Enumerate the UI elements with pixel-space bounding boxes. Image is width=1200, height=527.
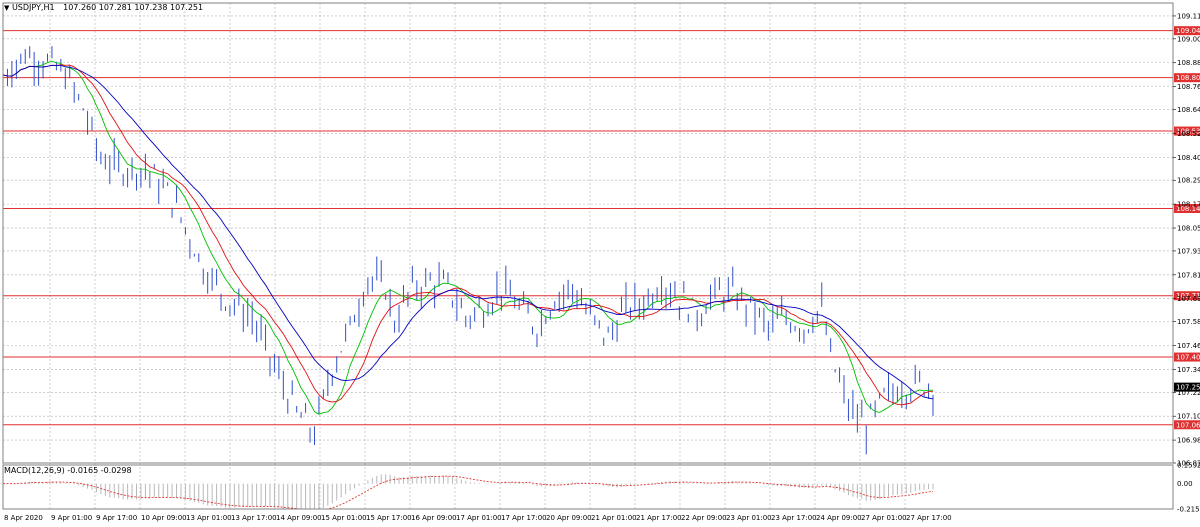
- time-tick-label: 23 Apr 17:00: [771, 514, 817, 522]
- time-tick-label: 13 Apr 17:00: [231, 514, 277, 522]
- time-tick-label: 17 Apr 17:00: [501, 514, 547, 522]
- price-tick-label: 107.815: [1177, 271, 1200, 279]
- time-tick-label: 17 Apr 01:00: [456, 514, 502, 522]
- macd-plot-frame: [2, 464, 1174, 510]
- price-tick-label: 108.76: [1177, 83, 1200, 91]
- price-series: [2, 46, 934, 455]
- dropdown-triangle-icon[interactable]: ▼: [4, 4, 9, 12]
- time-tick-label: 8 Apr 2020: [4, 514, 43, 522]
- axes: [2, 2, 1176, 510]
- axis-labels: 109.115 109.00 108.88 108.76 108.645 108.525 1…: [4, 12, 1200, 522]
- macd-tick-label: -0.2155: [1177, 506, 1200, 514]
- ma-fast-line: [2, 60, 933, 415]
- time-tick-label: 14 Apr 09:00: [276, 514, 322, 522]
- price-tick-label: 107.105: [1177, 413, 1200, 421]
- price-tick-label: 109.00: [1177, 35, 1200, 43]
- time-tick-label: 9 Apr 17:00: [96, 514, 137, 522]
- price-tick-label: 107.225: [1177, 389, 1200, 397]
- time-tick-label: 16 Apr 09:00: [411, 514, 457, 522]
- ma-mid-line: [2, 64, 934, 406]
- time-tick-label: 13 Apr 01:00: [186, 514, 232, 522]
- level-value: 109.041: [1176, 27, 1200, 35]
- time-tick-label: 23 Apr 01:00: [726, 514, 772, 522]
- time-tick-label: 27 Apr 01:00: [861, 514, 907, 522]
- time-tick-label: 9 Apr 01:00: [51, 514, 92, 522]
- price-tick-label: 108.17: [1177, 201, 1200, 209]
- chart-header: ▼ USDJPY,H1 107.260 107.281 107.238 107.…: [4, 3, 203, 12]
- chart-window[interactable]: 109.041108.805108.537108.148107.710107.4…: [0, 0, 1200, 527]
- time-tick-label: 20 Apr 09:00: [546, 514, 592, 522]
- time-tick-label: 10 Apr 09:00: [141, 514, 187, 522]
- price-tick-label: 108.525: [1177, 130, 1200, 138]
- price-tick-label: 107.695: [1177, 295, 1200, 303]
- price-tick-label: 108.29: [1177, 177, 1200, 185]
- ma-slow-line: [2, 64, 934, 400]
- time-tick-label: 21 Apr 17:00: [636, 514, 682, 522]
- time-tick-label: 15 Apr 17:00: [366, 514, 412, 522]
- price-tick-label: 108.05: [1177, 225, 1200, 233]
- price-tick-label: 108.645: [1177, 106, 1200, 114]
- price-tick-label: 107.34: [1177, 366, 1200, 374]
- time-tick-label: 27 Apr 17:00: [906, 514, 952, 522]
- time-tick-label: 21 Apr 01:00: [591, 514, 637, 522]
- price-tick-label: 107.58: [1177, 318, 1200, 326]
- main-plot-frame: [2, 2, 1174, 464]
- price-tick-label: 106.985: [1177, 437, 1200, 445]
- ohlc-values: 107.260 107.281 107.238 107.251: [63, 3, 204, 12]
- price-chart[interactable]: 109.041108.805108.537108.148107.710107.4…: [0, 0, 1200, 527]
- symbol-label: USDJPY,H1: [11, 3, 55, 12]
- time-tick-label: 24 Apr 09:00: [816, 514, 862, 522]
- grid-lines: [2, 3, 1173, 509]
- level-value: 107.062: [1176, 421, 1200, 429]
- price-tick-label: 108.88: [1177, 59, 1200, 67]
- price-tick-label: 109.115: [1177, 12, 1200, 20]
- macd-label: MACD(12,26,9) -0.0165 -0.0298: [4, 466, 132, 475]
- level-value: 107.402: [1176, 354, 1200, 362]
- level-value: 108.805: [1176, 74, 1200, 82]
- macd-signal-line: [3, 475, 934, 510]
- macd-tick-label: 0.00: [1177, 480, 1193, 488]
- macd-tick-label: 0.1592: [1177, 462, 1200, 470]
- time-tick-label: 22 Apr 09:00: [681, 514, 727, 522]
- price-tick-label: 107.46: [1177, 342, 1200, 350]
- time-tick-label: 15 Apr 01:00: [321, 514, 367, 522]
- price-tick-label: 108.405: [1177, 154, 1200, 162]
- price-tick-label: 107.935: [1177, 247, 1200, 255]
- macd-panel: [3, 474, 934, 510]
